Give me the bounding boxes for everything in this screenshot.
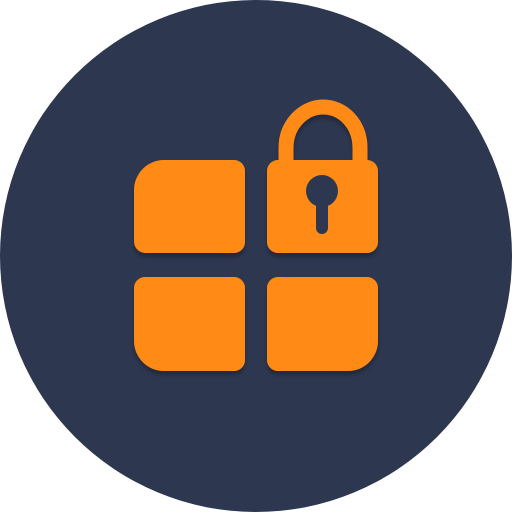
tile-bottom-right xyxy=(267,277,378,371)
app-lock-icon xyxy=(0,0,512,512)
background-circle xyxy=(0,0,512,512)
tile-top-left xyxy=(134,160,245,253)
app-icon xyxy=(0,0,512,512)
tile-bottom-left xyxy=(134,277,245,371)
